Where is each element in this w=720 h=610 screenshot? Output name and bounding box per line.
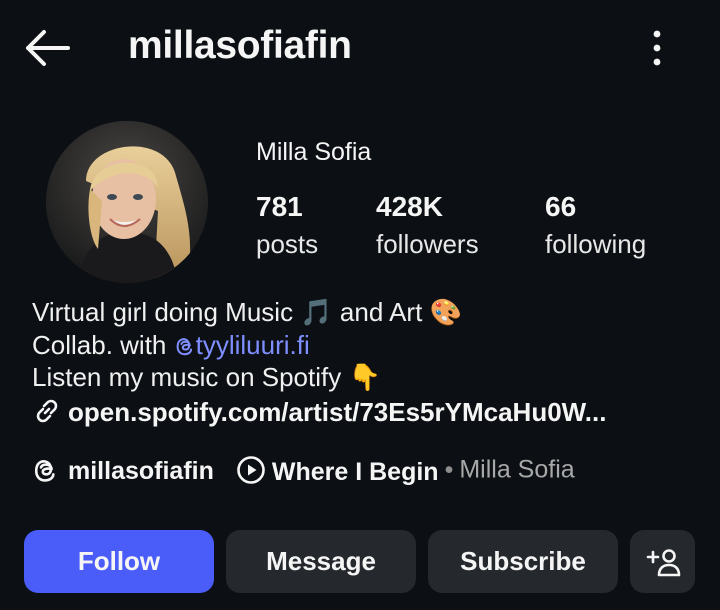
threads-icon [34,460,55,482]
mention-link[interactable]: tyyliluuri.fi [174,330,310,360]
following-label: following [545,229,647,259]
arrow-left-icon [26,30,70,66]
song-title: Where I Begin [271,458,439,486]
subscribe-button[interactable]: Subscribe [428,530,618,593]
suggested-accounts-button[interactable] [630,530,695,593]
profile-meta-row: millasofiafin Where I Begin • Milla Sofia [32,455,575,487]
vertical-ellipsis-icon [653,30,661,66]
bio-text: Virtual girl doing Music [32,297,301,327]
link-icon [36,399,58,423]
follow-button[interactable]: Follow [24,530,214,593]
bio-line-1: Virtual girl doing Music 🎵 and Art 🎨 [32,296,702,329]
pointing-down-emoji: 👇 [348,363,381,393]
following-stat[interactable]: 66 following [545,190,646,264]
following-count: 66 [545,191,577,222]
page-title: millasofiafin [128,24,352,67]
bio-text: Listen my music on Spotify [32,362,349,392]
external-link[interactable]: open.spotify.com/artist/73Es5rYMcaHu0W..… [32,396,606,428]
separator-dot: • [444,455,454,484]
top-bar: millasofiafin [0,0,720,96]
threads-icon [176,338,192,356]
palette-emoji: 🎨 [429,298,462,328]
profile-page: millasofiafin Milla Sofia 781 posts 428K… [0,0,720,610]
mention-text: tyyliluuri.fi [195,330,310,360]
bio-line-2: Collab. with tyyliluuri.fi [32,329,702,361]
posts-label: posts [256,229,319,259]
followers-count: 428K [376,191,443,222]
more-options-button[interactable] [640,28,674,68]
followers-stat[interactable]: 428K followers [376,190,479,264]
bio-text: and Art [332,297,430,327]
posts-stat: 781 posts [256,190,318,264]
display-name: Milla Sofia [256,138,372,166]
message-button[interactable]: Message [226,530,416,593]
bio-text: Collab. with [32,330,174,360]
music-note-emoji: 🎵 [300,298,333,328]
followers-label: followers [376,229,479,259]
add-user-icon [646,548,680,576]
song-artist: Milla Sofia [459,455,575,484]
back-button[interactable] [22,26,72,70]
threads-badge[interactable]: millasofiafin [32,456,214,486]
bio-line-3: Listen my music on Spotify 👇 [32,361,702,394]
bio: Virtual girl doing Music 🎵 and Art 🎨 Col… [32,296,702,394]
threads-handle: millasofiafin [68,457,214,485]
link-text: open.spotify.com/artist/73Es5rYMcaHu0W..… [68,397,607,427]
posts-count: 781 [256,191,303,222]
avatar[interactable] [46,121,208,283]
profile-photo [46,121,208,283]
music-badge[interactable]: Where I Begin [236,455,439,487]
play-circle-icon [237,456,265,484]
